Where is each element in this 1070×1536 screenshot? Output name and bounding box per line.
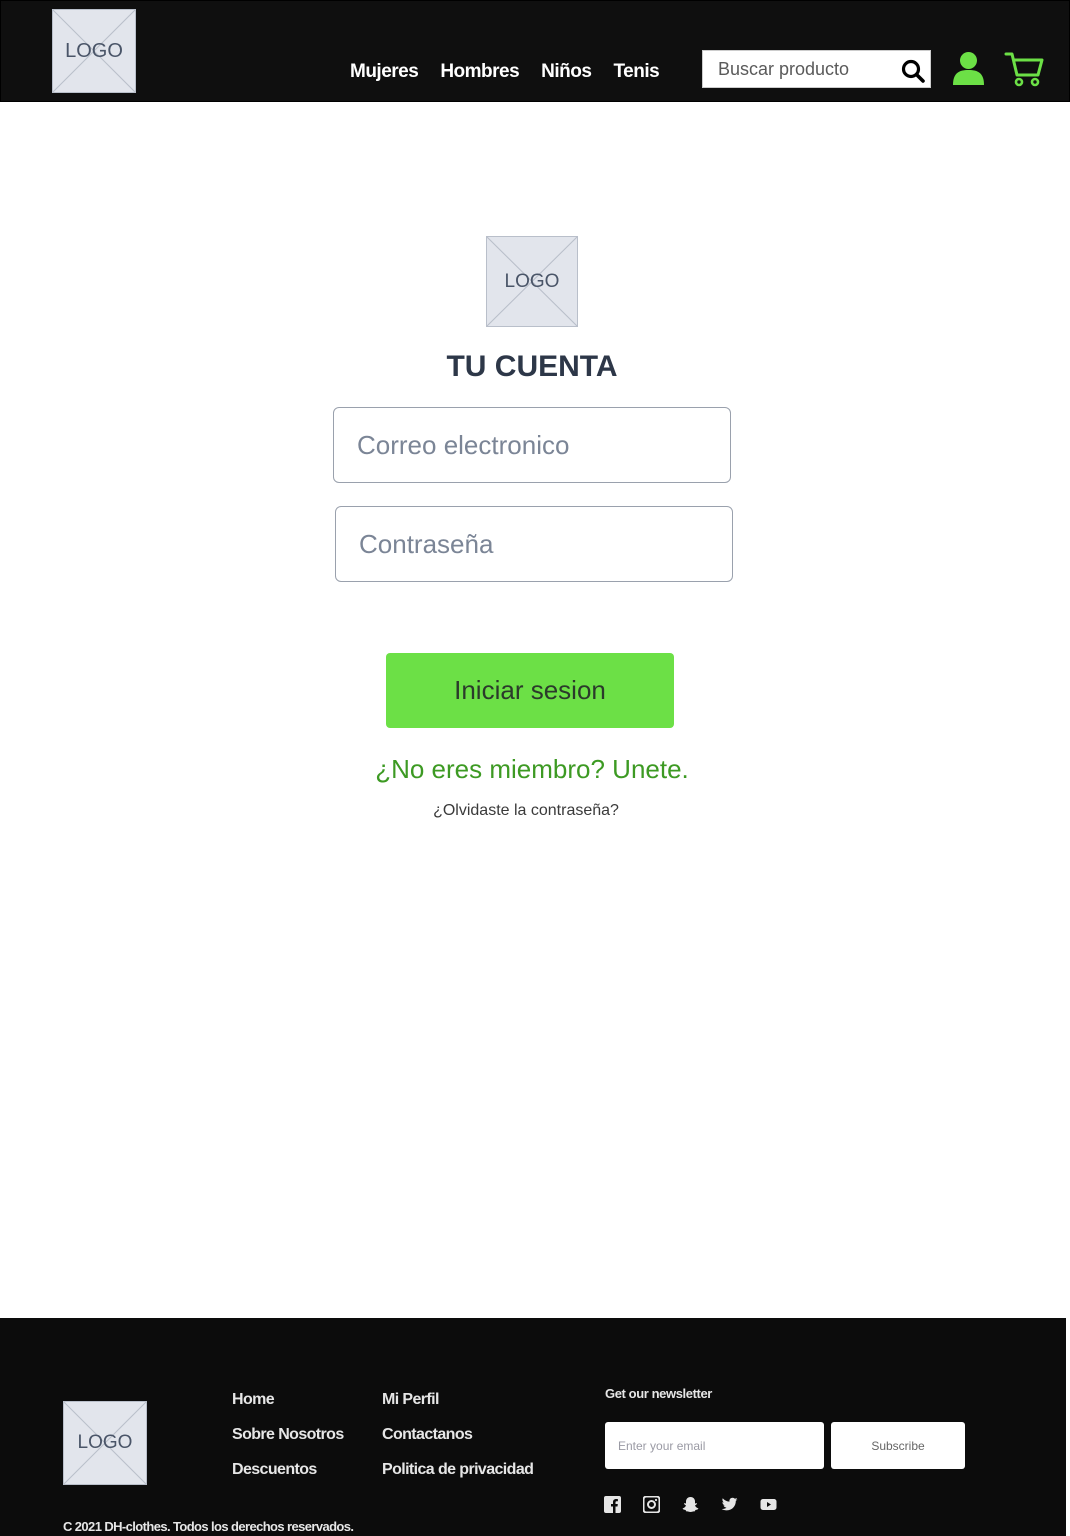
subscribe-button[interactable]: Subscribe (831, 1422, 965, 1469)
header-logo[interactable]: LOGO (52, 9, 136, 93)
footer-links-col-1: Home Sobre Nosotros Descuentos (232, 1388, 344, 1481)
footer-links-col-2: Mi Perfil Contactanos Politica de privac… (382, 1388, 534, 1481)
search-input[interactable] (703, 51, 893, 87)
user-icon[interactable] (952, 51, 985, 86)
nav-link-tenis[interactable]: Tenis (613, 61, 659, 83)
footer-link-home[interactable]: Home (232, 1388, 344, 1411)
email-input[interactable] (334, 408, 730, 482)
copyright-text: C 2021 DH-clothes. Todos los derechos re… (63, 1519, 354, 1534)
email-field-wrapper (333, 407, 731, 483)
nav-link-ninos[interactable]: Niños (541, 61, 592, 83)
top-navbar: LOGO Mujeres Hombres Niños Tenis (0, 0, 1070, 102)
main-nav: Mujeres Hombres Niños Tenis (350, 61, 660, 83)
forgot-password-link[interactable]: ¿Olvidaste la contraseña? (0, 802, 1052, 820)
footer-link-sobre-nosotros[interactable]: Sobre Nosotros (232, 1423, 344, 1446)
youtube-icon[interactable] (760, 1496, 777, 1513)
login-logo: LOGO (486, 236, 578, 327)
footer: LOGO Home Sobre Nosotros Descuentos Mi P… (0, 1318, 1066, 1536)
snapchat-icon[interactable] (682, 1496, 699, 1513)
newsletter-email-input[interactable] (605, 1422, 824, 1469)
header-logo-text: LOGO (65, 39, 123, 62)
footer-link-privacidad[interactable]: Politica de privacidad (382, 1458, 534, 1481)
footer-link-mi-perfil[interactable]: Mi Perfil (382, 1388, 533, 1411)
signup-link[interactable]: ¿No eres miembro? Unete. (0, 754, 1064, 785)
page-title: TU CUENTA (446, 350, 618, 383)
password-field-wrapper (335, 506, 733, 582)
nav-link-hombres[interactable]: Hombres (440, 61, 519, 83)
footer-link-contactanos[interactable]: Contactanos (382, 1423, 533, 1446)
search-bar (702, 50, 931, 88)
search-icon[interactable] (900, 58, 926, 84)
instagram-icon[interactable] (642, 1495, 661, 1514)
cart-icon[interactable] (1004, 51, 1044, 88)
footer-logo[interactable]: LOGO (63, 1401, 147, 1485)
login-logo-text: LOGO (504, 270, 560, 292)
social-links (604, 1495, 777, 1514)
facebook-icon[interactable] (604, 1496, 621, 1513)
footer-link-descuentos[interactable]: Descuentos (232, 1458, 344, 1481)
nav-link-mujeres[interactable]: Mujeres (350, 61, 419, 83)
newsletter-title: Get our newsletter (605, 1386, 712, 1401)
password-input[interactable] (336, 507, 732, 581)
login-button[interactable]: Iniciar sesion (386, 653, 674, 728)
twitter-icon[interactable] (721, 1496, 738, 1513)
footer-logo-text: LOGO (77, 1432, 133, 1453)
